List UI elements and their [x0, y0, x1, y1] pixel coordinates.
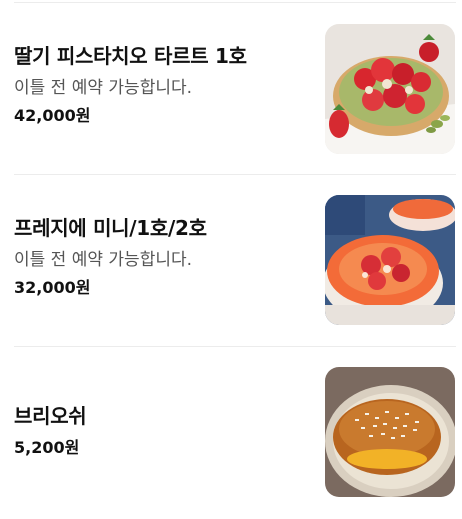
menu-list: 딸기 피스타치오 타르트 1호 이틀 전 예약 가능합니다. 42,000원 프… [0, 0, 462, 516]
menu-item-name: 프레지에 미니/1호/2호 [14, 216, 207, 240]
menu-item-brioche[interactable]: 브리오쉬 5,200원 [0, 347, 462, 519]
menu-item-price: 32,000원 [14, 278, 91, 297]
menu-item-info: 브리오쉬 5,200원 [14, 403, 312, 459]
brioche-image [325, 367, 455, 497]
menu-item-info: 프레지에 미니/1호/2호 이틀 전 예약 가능합니다. 32,000원 [14, 215, 312, 299]
menu-item-price: 5,200원 [14, 438, 80, 457]
menu-item-description: 이틀 전 예약 가능합니다. [14, 250, 193, 270]
menu-item-price: 42,000원 [14, 106, 91, 125]
menu-item-photo[interactable] [325, 24, 455, 154]
strawberry-tart-image [325, 24, 455, 154]
menu-item-fraisier[interactable]: 프레지에 미니/1호/2호 이틀 전 예약 가능합니다. 32,000원 [0, 175, 462, 347]
menu-item-name: 딸기 피스타치오 타르트 1호 [14, 44, 247, 68]
fraisier-cake-image [325, 195, 455, 325]
menu-item-photo[interactable] [325, 367, 455, 497]
menu-item-info: 딸기 피스타치오 타르트 1호 이틀 전 예약 가능합니다. 42,000원 [14, 43, 312, 127]
menu-item-name: 브리오쉬 [14, 404, 87, 428]
menu-item-description: 이틀 전 예약 가능합니다. [14, 78, 193, 98]
menu-item-strawberry-pistachio-tart[interactable]: 딸기 피스타치오 타르트 1호 이틀 전 예약 가능합니다. 42,000원 [0, 3, 462, 175]
menu-item-photo[interactable] [325, 195, 455, 325]
